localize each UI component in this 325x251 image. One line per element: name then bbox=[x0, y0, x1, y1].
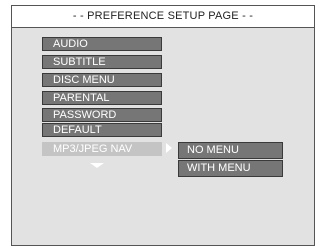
menu-item-parental[interactable]: PARENTAL bbox=[42, 91, 162, 105]
menu-item-default[interactable]: DEFAULT bbox=[42, 123, 162, 137]
submenu-option-no-menu[interactable]: NO MENU bbox=[178, 142, 283, 159]
menu-item-audio[interactable]: AUDIO bbox=[42, 37, 162, 51]
menu-item-subtitle[interactable]: SUBTITLE bbox=[42, 55, 162, 69]
preference-setup-screen: - - PREFERENCE SETUP PAGE - - AUDIO SUBT… bbox=[11, 5, 315, 246]
menu-item-password[interactable]: PASSWORD bbox=[42, 108, 162, 122]
chevron-right-icon bbox=[166, 143, 172, 153]
submenu-option-with-menu[interactable]: WITH MENU bbox=[178, 160, 283, 177]
chevron-down-icon[interactable] bbox=[90, 163, 104, 168]
menu-item-mp3-jpeg-nav[interactable]: MP3/JPEG NAV bbox=[42, 142, 162, 156]
menu-item-disc-menu[interactable]: DISC MENU bbox=[42, 73, 162, 87]
page-title: - - PREFERENCE SETUP PAGE - - bbox=[12, 6, 314, 28]
